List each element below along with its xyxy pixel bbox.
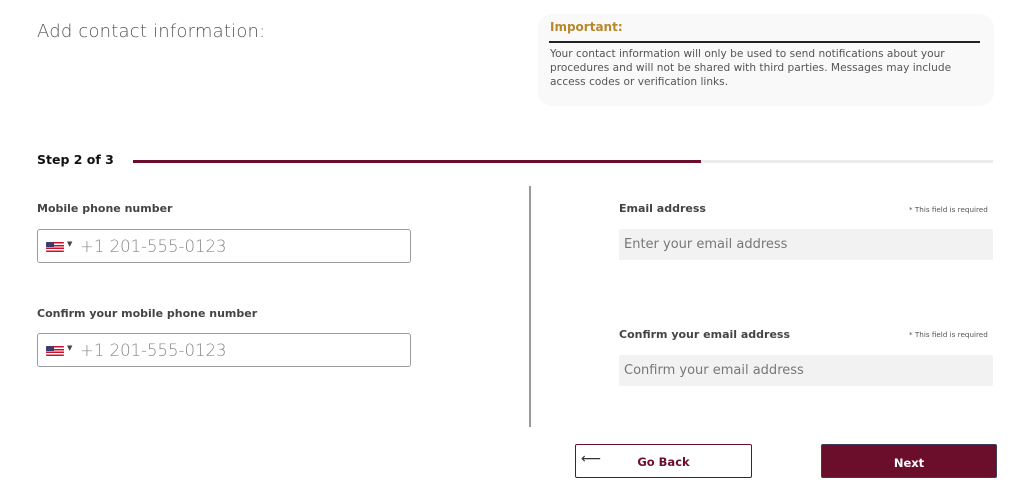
notice-title: Important: xyxy=(550,20,623,34)
mobile-phone-field[interactable]: ▼ xyxy=(37,229,411,263)
confirm-mobile-phone-label: Confirm your mobile phone number xyxy=(37,307,258,320)
chevron-down-icon[interactable]: ▼ xyxy=(67,344,72,352)
next-button[interactable]: Next xyxy=(821,444,997,478)
us-flag-icon[interactable] xyxy=(46,242,64,252)
required-note: * This field is required xyxy=(909,330,988,339)
confirm-email-input[interactable] xyxy=(624,357,984,383)
progress-bar-fill xyxy=(133,160,701,163)
go-back-label: Go Back xyxy=(637,455,690,469)
page-title: Add contact information: xyxy=(37,21,266,42)
progress-bar xyxy=(133,160,993,163)
mobile-phone-input[interactable] xyxy=(80,233,400,259)
email-input[interactable] xyxy=(624,231,984,257)
confirm-mobile-phone-field[interactable]: ▼ xyxy=(37,333,411,367)
important-notice: Important: Your contact information will… xyxy=(538,14,994,106)
mobile-phone-label: Mobile phone number xyxy=(37,202,173,215)
confirm-email-label: Confirm your email address xyxy=(619,328,791,341)
next-label: Next xyxy=(893,456,925,470)
confirm-mobile-phone-input[interactable] xyxy=(80,337,400,363)
chevron-down-icon[interactable]: ▼ xyxy=(67,240,72,248)
notice-divider xyxy=(549,41,980,43)
step-indicator: Step 2 of 3 xyxy=(37,152,114,167)
notice-text: Your contact information will only be us… xyxy=(550,48,952,88)
required-note: * This field is required xyxy=(909,205,988,214)
email-label: Email address xyxy=(619,202,706,215)
us-flag-icon[interactable] xyxy=(46,346,64,356)
confirm-email-field[interactable] xyxy=(619,355,993,386)
email-field[interactable] xyxy=(619,229,993,260)
column-divider xyxy=(529,186,531,427)
go-back-button[interactable]: ⟵ Go Back xyxy=(575,444,752,478)
